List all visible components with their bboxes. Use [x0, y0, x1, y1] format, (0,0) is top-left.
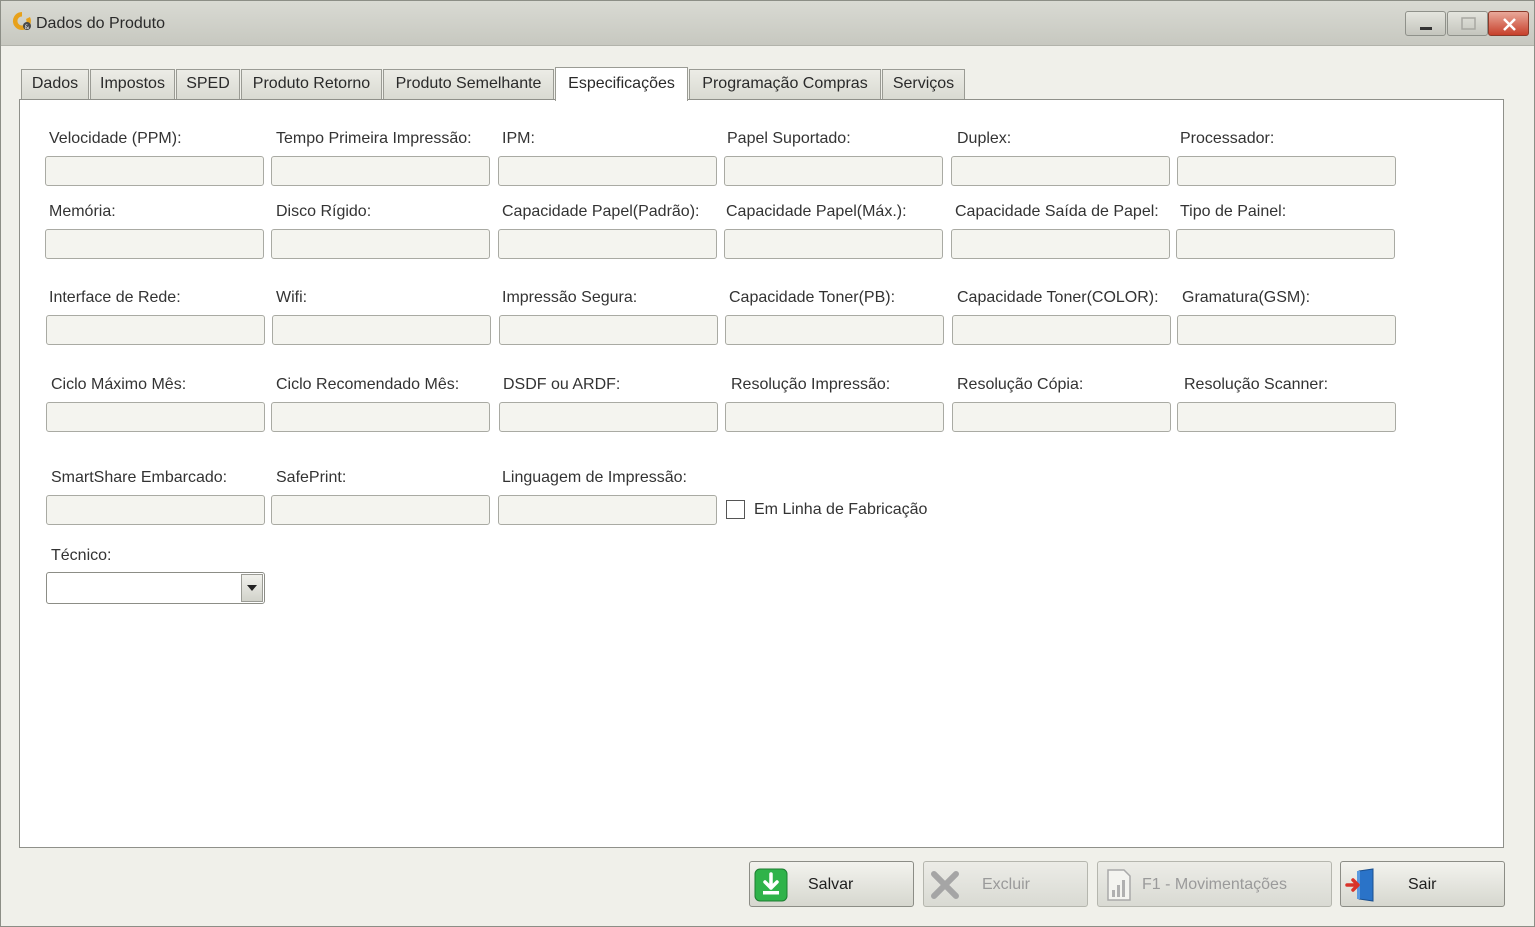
sair-button[interactable]: Sair	[1340, 861, 1505, 907]
resolucao-impressao-field[interactable]	[725, 402, 944, 432]
label-interface-de-rede: Interface de Rede:	[49, 289, 181, 306]
tab-sped[interactable]: SPED	[176, 69, 240, 99]
tecnico-dropdown-button[interactable]	[241, 574, 263, 602]
label-wifi: Wifi:	[276, 289, 308, 306]
label-duplex: Duplex:	[957, 130, 1012, 147]
ipm-field[interactable]	[498, 156, 717, 186]
tab-impostos[interactable]: Impostos	[90, 69, 175, 99]
excluir-button[interactable]: Excluir	[923, 861, 1088, 907]
label-tipo-de-painel: Tipo de Painel:	[1180, 203, 1287, 220]
velocidade-field[interactable]	[45, 156, 264, 186]
label-dsdf-ou-ardf: DSDF ou ARDF:	[503, 376, 621, 393]
movimentacoes-button[interactable]: F1 - Movimentações	[1097, 861, 1332, 907]
processador-field[interactable]	[1177, 156, 1396, 186]
maximize-icon	[1461, 17, 1476, 30]
label-capacidade-toner-color: Capacidade Toner(COLOR):	[957, 289, 1159, 306]
dsdf-ou-ardf-field[interactable]	[499, 402, 718, 432]
label-capacidade-papel-max: Capacidade Papel(Máx.):	[726, 203, 907, 220]
label-ciclo-maximo-mes: Ciclo Máximo Mês:	[51, 376, 187, 393]
label-capacidade-saida-papel: Capacidade Saída de Papel:	[955, 203, 1159, 220]
tab-produto-retorno[interactable]: Produto Retorno	[241, 69, 382, 99]
sair-label: Sair	[1408, 876, 1437, 893]
label-processador: Processador:	[1180, 130, 1275, 147]
duplex-field[interactable]	[951, 156, 1170, 186]
label-capacidade-toner-pb: Capacidade Toner(PB):	[729, 289, 896, 306]
label-smartshare-embarcado: SmartShare Embarcado:	[51, 469, 228, 486]
papel-suportado-field[interactable]	[724, 156, 943, 186]
label-resolucao-impressao: Resolução Impressão:	[731, 376, 891, 393]
label-ipm: IPM:	[502, 130, 535, 147]
tab-servicos[interactable]: Serviços	[882, 69, 965, 99]
title-bar: & Dados do Produto	[1, 1, 1534, 46]
safeprint-field[interactable]	[271, 495, 490, 525]
impressao-segura-field[interactable]	[499, 315, 718, 345]
disco-rigido-field[interactable]	[271, 229, 490, 259]
exit-door-icon	[1345, 868, 1374, 902]
label-resolucao-copia: Resolução Cópia:	[957, 376, 1084, 393]
product-window: & Dados do Produto Dados Impostos SPED P…	[0, 0, 1535, 927]
resolucao-copia-field[interactable]	[952, 402, 1171, 432]
window-title: Dados do Produto	[36, 15, 165, 32]
label-velocidade: Velocidade (PPM):	[49, 130, 182, 147]
ciclo-recomendado-mes-field[interactable]	[271, 402, 490, 432]
tempo-primeira-impressao-field[interactable]	[271, 156, 490, 186]
close-icon	[1503, 18, 1516, 31]
tab-produto-semelhante[interactable]: Produto Semelhante	[383, 69, 554, 99]
label-gramatura: Gramatura(GSM):	[1182, 289, 1311, 306]
delete-x-icon	[931, 871, 959, 899]
smartshare-embarcado-field[interactable]	[46, 495, 265, 525]
gramatura-field[interactable]	[1177, 315, 1396, 345]
resolucao-scanner-field[interactable]	[1177, 402, 1396, 432]
svg-text:&: &	[25, 24, 30, 31]
em-linha-de-fabricacao-checkbox[interactable]	[726, 500, 745, 519]
label-memoria: Memória:	[49, 203, 116, 220]
capacidade-toner-color-field[interactable]	[952, 315, 1171, 345]
movimentacoes-label: F1 - Movimentações	[1142, 876, 1287, 893]
label-disco-rigido: Disco Rígido:	[276, 203, 372, 220]
memoria-field[interactable]	[45, 229, 264, 259]
minimize-icon	[1420, 27, 1432, 30]
salvar-label: Salvar	[808, 876, 854, 893]
tab-dados[interactable]: Dados	[21, 69, 89, 99]
ciclo-maximo-mes-field[interactable]	[46, 402, 265, 432]
interface-de-rede-field[interactable]	[46, 315, 265, 345]
em-linha-de-fabricacao-label[interactable]: Em Linha de Fabricação	[754, 501, 927, 519]
download-save-icon	[754, 868, 788, 902]
report-chart-icon	[1107, 869, 1131, 901]
minimize-button[interactable]	[1405, 11, 1446, 36]
salvar-button[interactable]: Salvar	[749, 861, 914, 907]
capacidade-papel-padrao-field[interactable]	[498, 229, 717, 259]
label-linguagem-de-impressao: Linguagem de Impressão:	[502, 469, 687, 486]
close-button[interactable]	[1488, 11, 1529, 36]
label-safeprint: SafePrint:	[276, 469, 347, 486]
excluir-label: Excluir	[982, 876, 1031, 893]
label-impressao-segura: Impressão Segura:	[502, 289, 638, 306]
capacidade-saida-papel-field[interactable]	[951, 229, 1170, 259]
tecnico-select[interactable]	[46, 572, 265, 604]
capacidade-papel-max-field[interactable]	[724, 229, 943, 259]
capacidade-toner-pb-field[interactable]	[725, 315, 944, 345]
label-ciclo-recomendado-mes: Ciclo Recomendado Mês:	[276, 376, 460, 393]
tab-programacao-compras[interactable]: Programação Compras	[689, 69, 881, 99]
app-logo-icon: &	[12, 11, 31, 31]
linguagem-de-impressao-field[interactable]	[498, 495, 717, 525]
label-papel-suportado: Papel Suportado:	[727, 130, 851, 147]
label-tempo-primeira-impressao: Tempo Primeira Impressão:	[276, 130, 472, 147]
label-tecnico: Técnico:	[51, 547, 112, 564]
tab-especificacoes[interactable]: Especificações	[555, 67, 688, 101]
wifi-field[interactable]	[272, 315, 491, 345]
label-capacidade-papel-padrao: Capacidade Papel(Padrão):	[502, 203, 700, 220]
chevron-down-icon	[247, 585, 257, 591]
maximize-button[interactable]	[1447, 11, 1488, 36]
label-resolucao-scanner: Resolução Scanner:	[1184, 376, 1329, 393]
tipo-de-painel-field[interactable]	[1176, 229, 1395, 259]
